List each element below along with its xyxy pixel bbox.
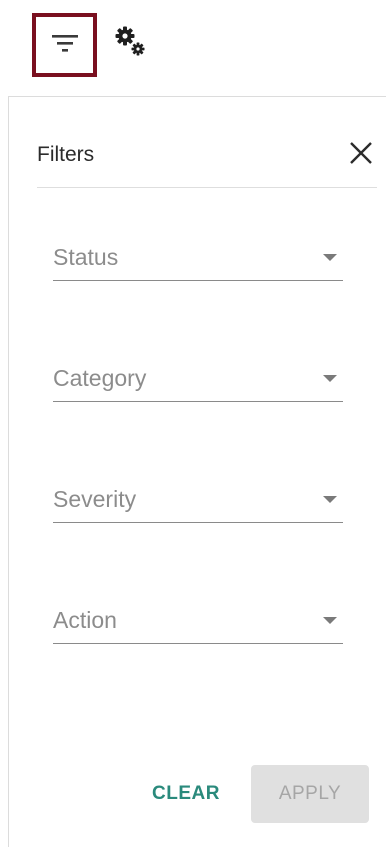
- action-select-label: Action: [53, 607, 117, 633]
- category-select-label: Category: [53, 365, 147, 391]
- severity-select[interactable]: Severity: [53, 474, 343, 523]
- dropdown-arrow-icon: [323, 617, 337, 624]
- settings-button[interactable]: [108, 22, 152, 66]
- severity-select-label: Severity: [53, 486, 137, 512]
- dropdown-arrow-icon: [323, 496, 337, 503]
- gear-icon: [110, 22, 150, 67]
- filter-page: Filters Status Category Severity Action …: [0, 0, 386, 847]
- filter-toggle-button[interactable]: [32, 13, 97, 77]
- apply-button[interactable]: APPLY: [251, 765, 369, 823]
- status-select[interactable]: Status: [53, 232, 343, 281]
- close-button[interactable]: [347, 141, 375, 169]
- status-select-label: Status: [53, 244, 119, 270]
- category-select[interactable]: Category: [53, 353, 343, 402]
- filter-icon: [50, 32, 80, 59]
- filters-panel-header: Filters: [37, 133, 377, 188]
- close-icon: [349, 141, 373, 170]
- dropdown-arrow-icon: [323, 254, 337, 261]
- dropdown-arrow-icon: [323, 375, 337, 382]
- filters-panel: Filters Status Category Severity Action …: [8, 96, 386, 847]
- clear-button[interactable]: CLEAR: [145, 765, 227, 823]
- filters-title: Filters: [37, 143, 95, 166]
- action-select[interactable]: Action: [53, 595, 343, 644]
